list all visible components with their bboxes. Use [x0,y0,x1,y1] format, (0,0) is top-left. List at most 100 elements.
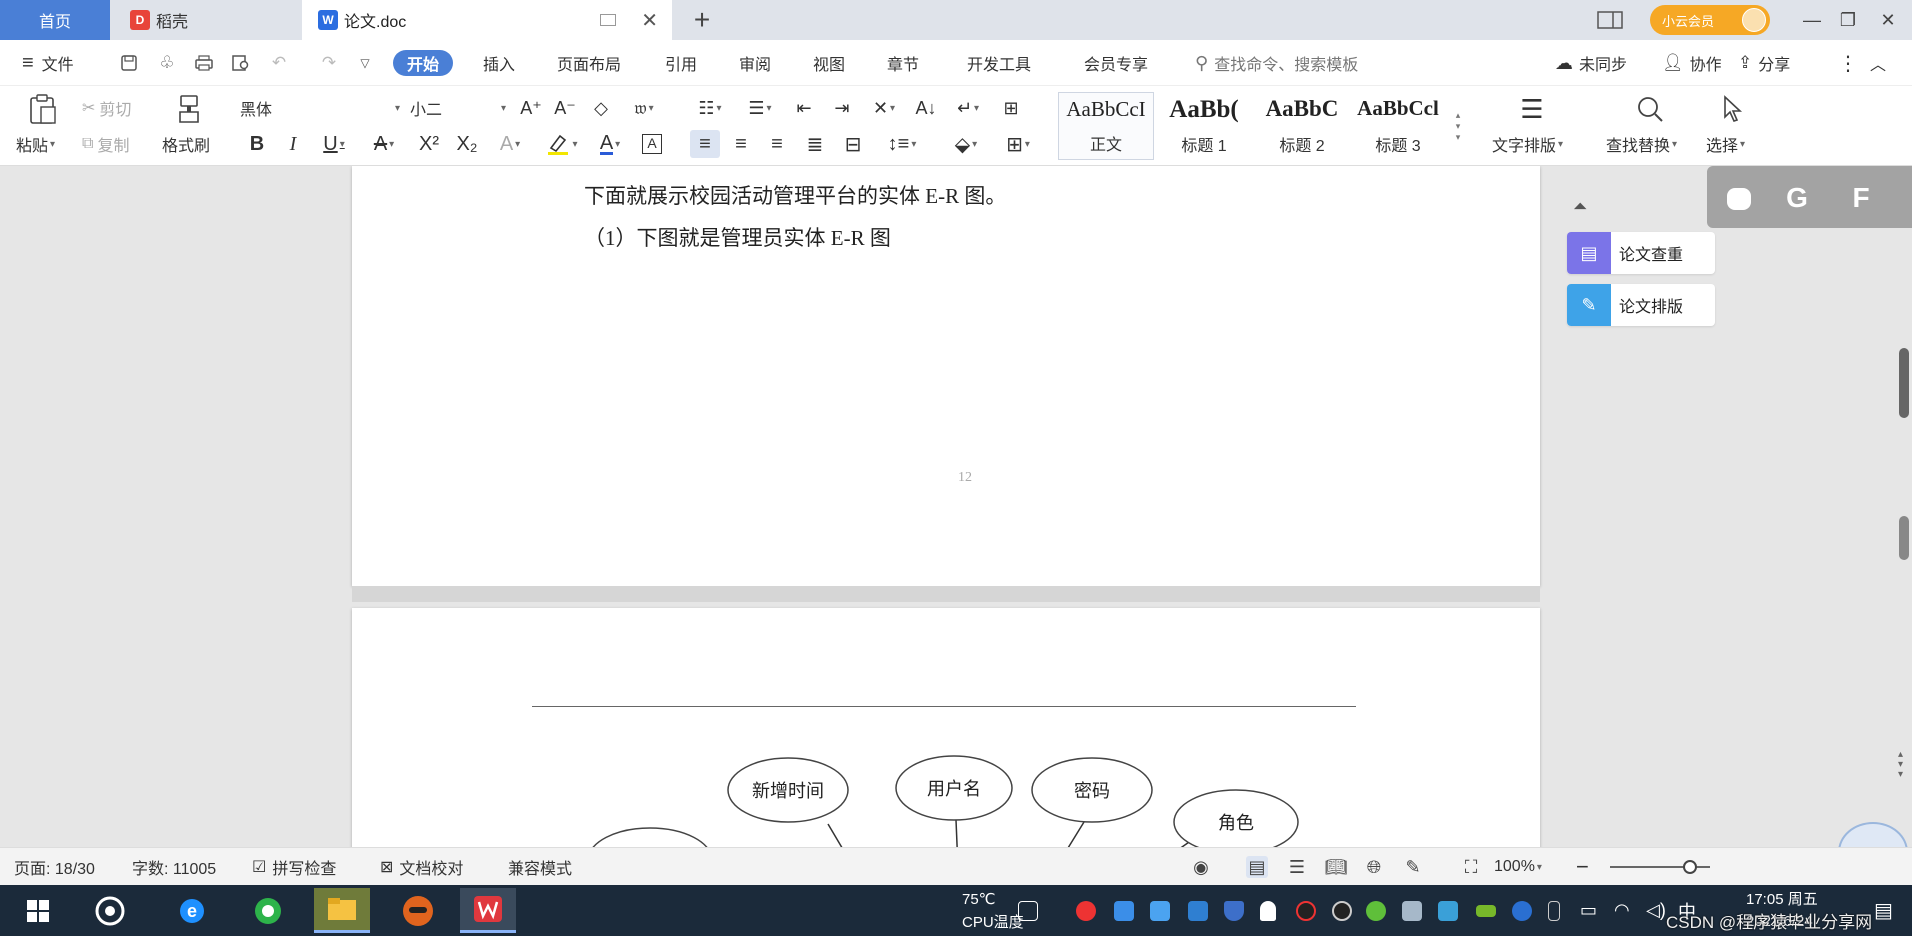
style-normal[interactable]: AaBbCcI 正文 [1058,92,1154,160]
close-tab-icon[interactable]: ✕ [641,8,658,33]
sync-button[interactable]: ☁ 未同步 [1555,50,1627,76]
copy-button[interactable]: ⧉ 复制 [82,130,129,158]
highlight-icon[interactable]: ▾ [540,130,584,158]
zoom-slider-knob[interactable] [1683,860,1697,874]
wifi-icon[interactable]: ◠ [1614,885,1630,936]
brush-icon[interactable] [172,92,206,126]
format-painter-button[interactable]: 格式刷 [162,130,210,158]
float-window-icon[interactable] [600,14,616,26]
tab-document[interactable]: W 论文.doc ✕ [302,0,672,40]
clear-format-icon[interactable]: ◇ [588,94,614,122]
pen-icon[interactable]: ✎ [1402,856,1424,878]
text-layout-button[interactable]: 文字排版 ▾ [1492,130,1563,158]
cursor-icon[interactable] [1716,92,1750,126]
tray-app-icon[interactable] [1402,901,1422,921]
tray-app-icon[interactable] [1150,901,1170,921]
paste-icon[interactable] [18,92,68,126]
fit-page-icon[interactable]: ⛶ [1460,856,1482,878]
distributed-align-icon[interactable]: ⊟ [838,130,868,158]
increase-indent-icon[interactable]: ⇥ [828,94,856,122]
page-view-icon[interactable]: ▤ [1246,856,1268,878]
keyboard-icon[interactable] [1018,901,1038,921]
outline-view-icon[interactable]: ☰ [1286,856,1308,878]
font-size-select[interactable]: 小二 ▾ [410,94,506,122]
layout-icon[interactable] [1588,0,1632,40]
tab-home[interactable]: 首页 [0,0,110,40]
tab-chapter[interactable]: 章节 [887,50,919,76]
paper-check-button[interactable]: ▤ 论文查重 [1567,232,1715,274]
clock-time[interactable]: 17:05 周五 [1746,887,1818,909]
bullet-list-icon[interactable]: ☷ ▾ [692,94,728,122]
scrollbar-thumb[interactable] [1899,348,1909,418]
print-preview-icon[interactable] [230,52,252,74]
subscript-icon[interactable]: X₂ [452,130,482,158]
cut-button[interactable]: ✂ 剪切 [82,94,131,122]
grow-font-icon[interactable]: A⁺ [518,94,544,122]
app-icon[interactable] [1719,178,1759,218]
ie-browser-icon[interactable]: e [164,888,220,933]
restore-icon[interactable]: ❐ [1826,0,1870,40]
eye-icon[interactable]: ◉ [1190,856,1212,878]
browser-360-icon[interactable] [240,888,296,933]
align-center-icon[interactable]: ≡ [726,130,756,158]
close-window-icon[interactable]: ✕ [1866,0,1910,40]
chinese-layout-icon[interactable]: ✕ ▾ [864,94,904,122]
redo-icon[interactable]: ↷ [318,52,340,74]
align-right-icon[interactable]: ≡ [762,130,792,158]
tab-page-layout[interactable]: 页面布局 [557,50,621,76]
chevron-down-icon[interactable]: ▽ [354,52,376,74]
collapse-ribbon-icon[interactable]: ︿ [1870,50,1886,76]
align-left-icon[interactable]: ≡ [690,130,720,158]
tray-app-icon[interactable] [1438,901,1458,921]
style-heading-3[interactable]: AaBbCcl 标题 3 [1350,92,1446,160]
tray-app-icon[interactable] [1114,901,1134,921]
tab-reference[interactable]: 引用 [665,50,697,76]
page-indicator[interactable]: 页面: 18/30 [14,848,95,886]
tray-app-icon[interactable] [1188,901,1208,921]
select-button[interactable]: 选择 ▾ [1706,130,1745,158]
show-marks-icon[interactable]: ↵ ▾ [950,94,986,122]
paper-format-button[interactable]: ✎ 论文排版 [1567,284,1715,326]
web-view-icon[interactable]: 🌐︎ [1363,856,1385,878]
document-page[interactable]: 新增时间 用户名 密码 角色 ID [352,608,1540,847]
pinwheel-app-icon[interactable] [82,888,138,933]
wps-taskbar-icon[interactable] [460,888,516,933]
windows-start-icon[interactable] [10,888,66,933]
tray-app-icon[interactable] [1366,901,1386,921]
tab-devtools[interactable]: 开发工具 [967,50,1031,76]
magnifier-icon[interactable] [1630,92,1670,126]
underline-icon[interactable]: U ▾ [314,130,354,158]
undo-icon[interactable]: ↶ [268,52,290,74]
tab-view[interactable]: 视图 [813,50,845,76]
tray-app-icon[interactable] [1076,901,1096,921]
shrink-font-icon[interactable]: A⁻ [552,94,578,122]
float-f-button[interactable]: F [1841,178,1881,218]
numbered-list-icon[interactable]: ☰ ▾ [742,94,778,122]
document-page[interactable]: 下面就展示校园活动管理平台的实体 E-R 图。 （1）下图就是管理员实体 E-R… [352,166,1540,586]
find-replace-button[interactable]: 查找替换 ▾ [1606,130,1677,158]
bold-icon[interactable]: B [244,130,270,158]
decrease-indent-icon[interactable]: ⇤ [790,94,818,122]
media-app-icon[interactable] [390,888,446,933]
char-border-icon[interactable]: A [638,130,666,158]
borders-icon[interactable]: ⊞ ▾ [996,130,1040,158]
bell-icon[interactable] [1260,901,1276,921]
zoom-select[interactable]: 100% ▾ [1494,848,1542,886]
usb-icon[interactable] [1548,901,1560,921]
export-pdf-icon[interactable]: ♧ [156,52,178,74]
zoom-slider[interactable] [1610,860,1710,874]
command-search[interactable]: ⚲ 查找命令、搜索模板 [1195,50,1358,76]
shield-icon[interactable] [1224,901,1244,921]
float-g-button[interactable]: G [1777,178,1817,218]
avatar[interactable] [1742,8,1766,32]
italic-icon[interactable]: I [280,130,306,158]
tab-daoke[interactable]: D 稻壳 [112,0,300,40]
document-area[interactable]: 下面就展示校园活动管理平台的实体 E-R 图。 （1）下图就是管理员实体 E-R… [0,166,1912,847]
share-button[interactable]: ⇪ 分享 [1738,50,1790,76]
text-layout-icon[interactable]: ☰ [1512,92,1552,126]
justify-icon[interactable]: ≣ [800,130,830,158]
paragraph[interactable]: 下面就展示校园活动管理平台的实体 E-R 图。 [584,180,1006,210]
spell-check-button[interactable]: ☑ 拼写检查 [252,848,336,886]
battery-icon[interactable]: ▭ [1580,885,1597,936]
styles-scroll[interactable]: ▴ ▾ ▾ [1452,96,1464,156]
